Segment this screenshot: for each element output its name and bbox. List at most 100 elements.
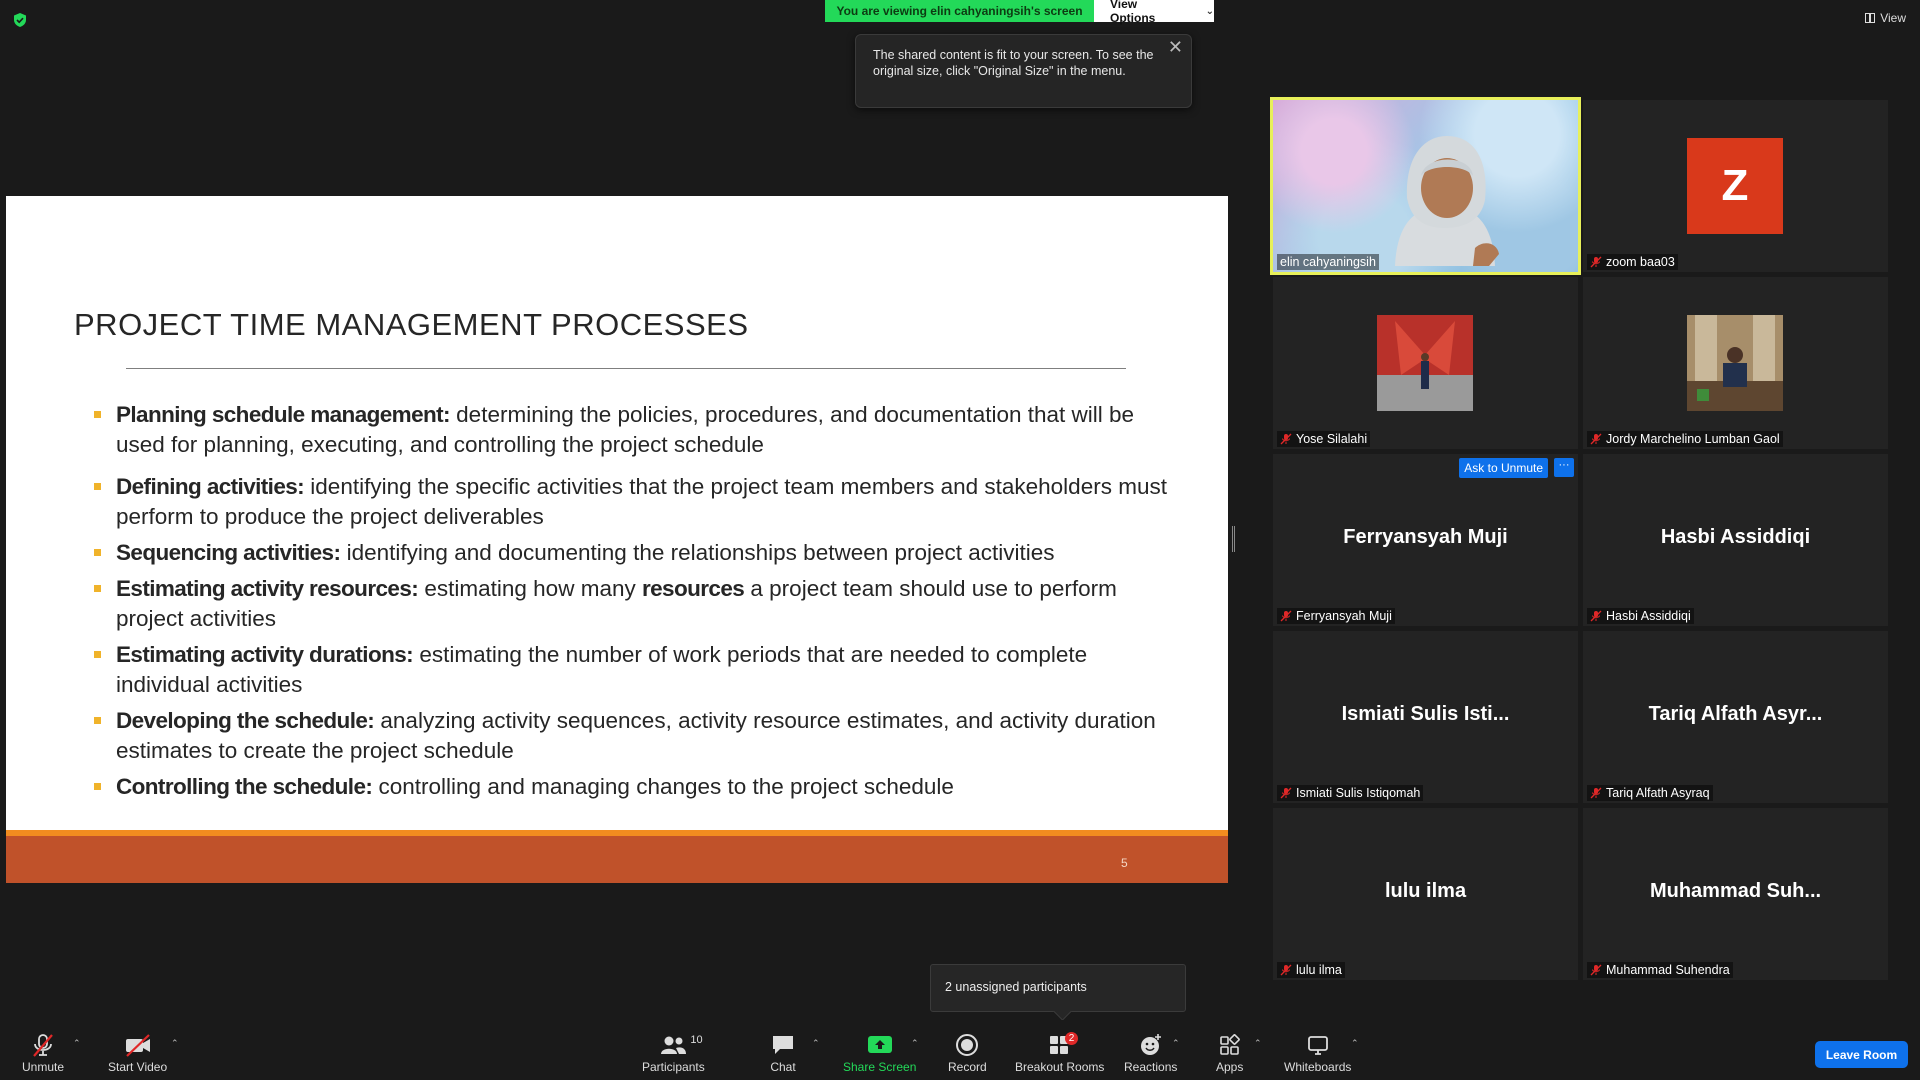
chevron-down-icon: ⌄ — [1205, 5, 1214, 17]
participant-name-tag: Muhammad Suhendra — [1587, 962, 1733, 978]
splitter-handle[interactable] — [1232, 526, 1235, 552]
zoom-meeting-window: You are viewing elin cahyaningsih's scre… — [0, 0, 1920, 1080]
bullet-term: resources — [641, 576, 745, 601]
slide-bullet: Planning schedule management: determinin… — [88, 400, 1168, 460]
bullet-term: Planning schedule management: — [116, 402, 451, 427]
bullet-square-icon — [94, 651, 101, 658]
breakout-badge: 2 — [1064, 1032, 1079, 1045]
view-options-label: View Options — [1110, 0, 1156, 25]
reactions-options-caret[interactable]: ⌃ — [1172, 1038, 1180, 1049]
slide-bullet: Estimating activity durations: estimatin… — [88, 640, 1168, 700]
participant-video-figure — [1395, 136, 1499, 266]
participants-label: Participants — [642, 1060, 705, 1074]
breakout-rooms-button[interactable]: 2 Breakout Rooms — [1015, 1032, 1104, 1074]
muted-mic-icon — [30, 1032, 56, 1058]
tooltip-text: The shared content is fit to your screen… — [873, 48, 1154, 78]
meeting-toolbar: Unmute ⌃ Start Video ⌃ 10 Participants C… — [0, 1020, 1920, 1080]
view-button[interactable]: View — [1865, 11, 1906, 25]
slide-bullet: Developing the schedule: analyzing activ… — [88, 706, 1168, 766]
bullet-square-icon — [94, 717, 101, 724]
bullet-term: Estimating activity durations: — [116, 642, 414, 667]
muted-mic-icon — [1280, 787, 1292, 799]
bullet-text: identifying and documenting the relation… — [340, 540, 1055, 565]
video-tile[interactable]: Ismiati Sulis Isti... Ismiati Sulis Isti… — [1273, 631, 1578, 803]
avatar — [1687, 315, 1783, 411]
leave-room-button[interactable]: Leave Room — [1815, 1041, 1908, 1068]
apps-options-caret[interactable]: ⌃ — [1254, 1038, 1262, 1049]
view-options-button[interactable]: View Options ⌄ — [1094, 0, 1214, 25]
whiteboards-options-caret[interactable]: ⌃ — [1351, 1038, 1359, 1049]
share-screen-button[interactable]: Share Screen — [843, 1032, 916, 1074]
bullet-term: Estimating activity resources: — [116, 576, 419, 601]
video-tile[interactable]: Tariq Alfath Asyr... Tariq Alfath Asyraq — [1583, 631, 1888, 803]
slide-bullet: Sequencing activities: identifying and d… — [88, 538, 1168, 568]
share-screen-icon — [866, 1032, 894, 1058]
participants-count: 10 — [690, 1034, 703, 1046]
participants-button[interactable]: 10 Participants — [642, 1032, 705, 1074]
view-label: View — [1880, 11, 1906, 25]
more-options-button[interactable]: ··· — [1554, 458, 1574, 477]
whiteboards-button[interactable]: Whiteboards — [1284, 1032, 1351, 1074]
apps-icon — [1217, 1032, 1243, 1058]
participant-display-name: Ferryansyah Muji — [1343, 526, 1508, 548]
participant-name-tag: Tariq Alfath Asyraq — [1587, 785, 1713, 801]
close-icon[interactable]: ✕ — [1168, 38, 1183, 56]
record-button[interactable]: Record — [948, 1032, 987, 1074]
viewing-screen-banner: You are viewing elin cahyaningsih's scre… — [825, 0, 1094, 22]
video-tile[interactable]: Ferryansyah Muji Ask to Unmute ··· Ferry… — [1273, 454, 1578, 626]
encryption-shield-icon[interactable] — [12, 12, 28, 28]
unassigned-participants-tooltip[interactable]: 2 unassigned participants — [930, 964, 1186, 1012]
chat-icon — [770, 1032, 796, 1058]
video-tile[interactable]: Jordy Marchelino Lumban Gaol — [1583, 277, 1888, 449]
slide-title-divider — [126, 368, 1126, 369]
video-options-caret[interactable]: ⌃ — [171, 1038, 179, 1049]
ask-to-unmute-button[interactable]: Ask to Unmute — [1459, 458, 1548, 478]
avatar — [1377, 315, 1473, 411]
participant-display-name: Muhammad Suh... — [1649, 880, 1822, 902]
video-tile[interactable]: Muhammad Suh... Muhammad Suhendra — [1583, 808, 1888, 980]
participant-name-tag: zoom baa03 — [1587, 254, 1678, 270]
participants-icon: 10 — [658, 1032, 703, 1058]
chat-label: Chat — [770, 1060, 796, 1074]
muted-mic-icon — [1280, 610, 1292, 622]
video-tile[interactable]: Z zoom baa03 — [1583, 100, 1888, 272]
video-tile[interactable]: Yose Silalahi — [1273, 277, 1578, 449]
bullet-square-icon — [94, 549, 101, 556]
video-tile[interactable]: Hasbi Assiddiqi Hasbi Assiddiqi — [1583, 454, 1888, 626]
participant-display-name: Tariq Alfath Asyr... — [1648, 703, 1823, 725]
participant-display-name: Hasbi Assiddiqi — [1660, 526, 1811, 548]
audio-options-caret[interactable]: ⌃ — [73, 1038, 81, 1049]
participant-name-tag: Jordy Marchelino Lumban Gaol — [1587, 431, 1783, 447]
muted-mic-icon — [1280, 964, 1292, 976]
video-tile[interactable]: lulu ilma lulu ilma — [1273, 808, 1578, 980]
start-video-button[interactable]: Start Video — [108, 1032, 167, 1074]
muted-mic-icon — [1590, 787, 1602, 799]
share-options-caret[interactable]: ⌃ — [911, 1038, 919, 1049]
bullet-text: estimating how many — [418, 576, 642, 601]
record-icon — [954, 1032, 980, 1058]
slide-bullet: Defining activities: identifying the spe… — [88, 472, 1168, 532]
slide-bullet: Estimating activity resources: estimatin… — [88, 574, 1168, 634]
bullet-term: Defining activities: — [116, 474, 305, 499]
bullet-term: Developing the schedule: — [116, 708, 375, 733]
chat-options-caret[interactable]: ⌃ — [812, 1038, 820, 1049]
chat-button[interactable]: Chat — [770, 1032, 796, 1074]
apps-button[interactable]: Apps — [1216, 1032, 1243, 1074]
bullet-square-icon — [94, 483, 101, 490]
fit-to-screen-tooltip: The shared content is fit to your screen… — [855, 34, 1192, 108]
reactions-icon — [1138, 1032, 1164, 1058]
reactions-button[interactable]: Reactions — [1124, 1032, 1177, 1074]
muted-mic-icon — [1590, 964, 1602, 976]
breakout-rooms-icon: 2 — [1047, 1032, 1079, 1058]
slide-footer-band — [6, 836, 1228, 883]
slide-title: PROJECT TIME MANAGEMENT PROCESSES — [74, 307, 749, 342]
bullet-square-icon — [94, 411, 101, 418]
participant-display-name: Ismiati Sulis Isti... — [1341, 703, 1510, 725]
video-tile-active-speaker[interactable]: elin cahyaningsih — [1270, 97, 1581, 275]
shared-screen-slide: PROJECT TIME MANAGEMENT PROCESSES Planni… — [6, 196, 1228, 883]
bullet-term: Controlling the schedule: — [116, 774, 373, 799]
unmute-button[interactable]: Unmute — [22, 1032, 64, 1074]
participant-name-tag: Ferryansyah Muji — [1277, 608, 1395, 624]
bullet-square-icon — [94, 585, 101, 592]
participant-name-tag: Yose Silalahi — [1277, 431, 1371, 447]
